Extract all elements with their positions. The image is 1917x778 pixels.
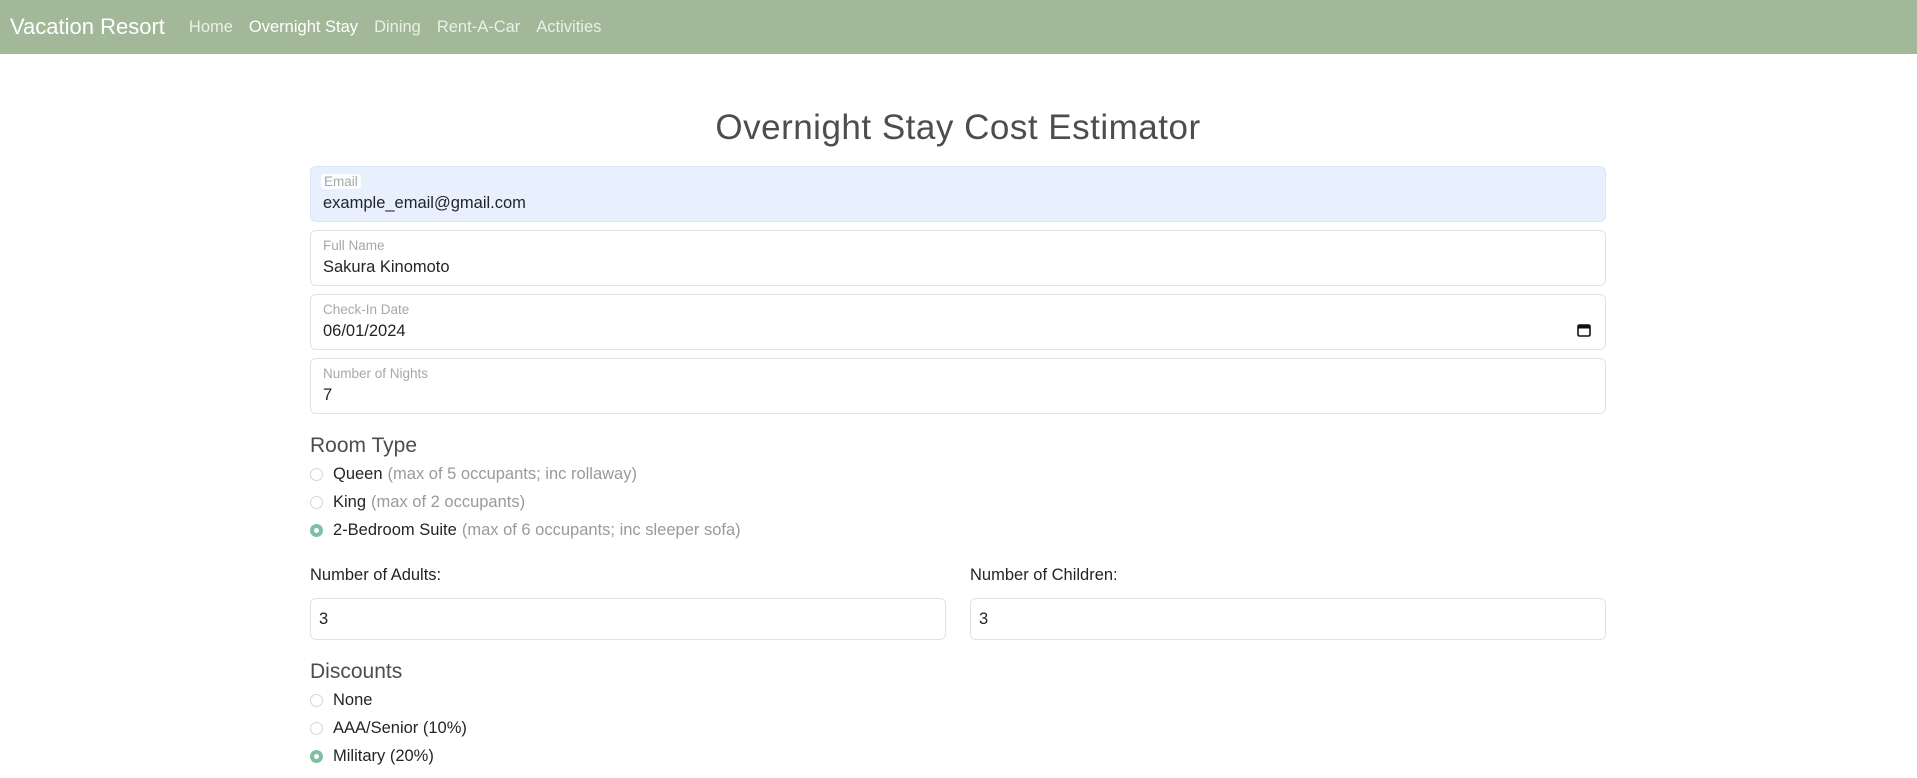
- number-of-nights-value[interactable]: 7: [323, 386, 332, 405]
- queen-label: Queen: [333, 464, 383, 483]
- estimator-form: Overnight Stay Cost Estimator Email exam…: [310, 54, 1606, 770]
- number-of-nights-label: Number of Nights: [323, 366, 429, 381]
- nav-rent-a-car[interactable]: Rent-A-Car: [437, 18, 520, 37]
- queen-note: (max of 5 occupants; inc rollaway): [387, 464, 637, 483]
- nav-dining[interactable]: Dining: [374, 18, 421, 37]
- king-label: King: [333, 492, 367, 511]
- adults-input[interactable]: 3: [310, 598, 946, 640]
- children-group: Number of Children: 3: [970, 562, 1606, 640]
- aaa-senior-radio[interactable]: [310, 721, 323, 735]
- military-radio[interactable]: [310, 749, 323, 763]
- discount-option-none[interactable]: None: [310, 686, 1606, 714]
- full-name-label: Full Name: [323, 238, 385, 253]
- brand-logo[interactable]: Vacation Resort: [10, 14, 165, 40]
- military-label: Military (20%): [333, 746, 434, 765]
- check-in-date-label: Check-In Date: [323, 302, 410, 317]
- nav-overnight-stay[interactable]: Overnight Stay: [249, 18, 358, 37]
- discount-option-military[interactable]: Military (20%): [310, 742, 1606, 770]
- page-title: Overnight Stay Cost Estimator: [715, 108, 1201, 147]
- suite-radio[interactable]: [310, 523, 323, 537]
- email-label: Email: [321, 174, 361, 189]
- king-note: (max of 2 occupants): [371, 492, 526, 511]
- suite-label: 2-Bedroom Suite: [333, 520, 457, 539]
- room-option-suite[interactable]: 2-Bedroom Suite (max of 6 occupants; inc…: [310, 516, 1606, 544]
- nav-home[interactable]: Home: [189, 18, 233, 37]
- queen-radio[interactable]: [310, 467, 323, 481]
- email-value[interactable]: example_email@gmail.com: [323, 194, 526, 213]
- email-field[interactable]: Email example_email@gmail.com: [310, 166, 1606, 222]
- nav-activities[interactable]: Activities: [536, 18, 601, 37]
- number-of-nights-field[interactable]: Number of Nights 7: [310, 358, 1606, 414]
- discount-option-aaa-senior[interactable]: AAA/Senior (10%): [310, 714, 1606, 742]
- top-navbar: Vacation Resort Home Overnight Stay Dini…: [0, 0, 1917, 54]
- adults-group: Number of Adults: 3: [310, 562, 946, 640]
- check-in-date-value[interactable]: 06/01/2024: [323, 322, 406, 341]
- check-in-date-field[interactable]: Check-In Date 06/01/2024: [310, 294, 1606, 350]
- room-type-heading: Room Type: [310, 434, 417, 457]
- full-name-value[interactable]: Sakura Kinomoto: [323, 258, 450, 277]
- full-name-field[interactable]: Full Name Sakura Kinomoto: [310, 230, 1606, 286]
- children-input[interactable]: 3: [970, 598, 1606, 640]
- none-label: None: [333, 690, 373, 709]
- suite-note: (max of 6 occupants; inc sleeper sofa): [461, 520, 741, 539]
- room-option-king[interactable]: King (max of 2 occupants): [310, 488, 1606, 516]
- children-label: Number of Children:: [970, 566, 1118, 584]
- none-radio[interactable]: [310, 693, 323, 707]
- discounts-heading: Discounts: [310, 660, 403, 683]
- king-radio[interactable]: [310, 495, 323, 509]
- adults-label: Number of Adults:: [310, 566, 442, 584]
- aaa-senior-label: AAA/Senior (10%): [333, 718, 467, 737]
- calendar-icon[interactable]: [1577, 323, 1591, 337]
- occupants-row: Number of Adults: 3 Number of Children: …: [310, 562, 1606, 640]
- room-option-queen[interactable]: Queen (max of 5 occupants; inc rollaway): [310, 460, 1606, 488]
